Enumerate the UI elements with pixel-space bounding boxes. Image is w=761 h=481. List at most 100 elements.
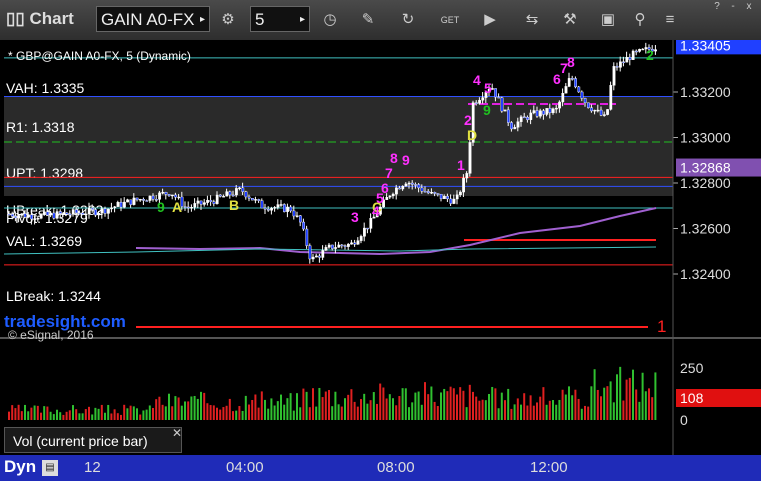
candle <box>596 109 600 112</box>
annotation-label: D <box>467 127 477 143</box>
candle <box>465 173 469 179</box>
candle <box>478 99 481 104</box>
candle <box>404 183 408 187</box>
chart-area[interactable]: VAH: 1.3335R1: 1.3318UPT: 1.3298UBreak: … <box>0 40 761 455</box>
volume-bar <box>340 406 343 420</box>
candle <box>609 85 613 110</box>
candle <box>327 244 331 248</box>
candle <box>234 188 238 196</box>
menu-icon[interactable]: ≡ <box>658 8 682 32</box>
volume-bar <box>30 407 33 420</box>
symbol-selector[interactable]: GAIN A0-FX ▸ <box>96 6 210 32</box>
x-tick-label: 04:00 <box>226 459 264 476</box>
dyn-icon[interactable]: ▤ <box>42 460 58 476</box>
volume-bar <box>286 398 289 420</box>
candle <box>641 48 645 51</box>
volume-bar <box>107 404 110 420</box>
pin-icon[interactable]: ⚲ <box>628 8 652 32</box>
candle <box>497 96 501 99</box>
volume-bar <box>110 413 113 420</box>
volume-bar <box>654 372 657 420</box>
volume-bar <box>11 405 14 420</box>
window-title: ▯▯ Chart <box>6 9 74 29</box>
candle <box>363 227 366 237</box>
candle <box>542 110 546 115</box>
volume-bar <box>318 387 321 420</box>
chart-app-icon: ▯▯ <box>6 9 25 28</box>
volume-bar <box>254 394 257 420</box>
volume-current-label: 108 <box>680 390 704 406</box>
tag-icon[interactable]: ▣ <box>596 8 620 32</box>
volume-bar <box>500 392 503 420</box>
volume-bar <box>548 400 551 420</box>
volume-bar <box>36 405 39 420</box>
volume-bar <box>88 406 90 420</box>
volume-bar <box>456 394 458 420</box>
candle <box>241 187 245 192</box>
volume-bar <box>248 404 250 420</box>
volume-bar <box>152 407 154 420</box>
volume-bar <box>296 393 298 420</box>
volume-bar <box>440 392 442 420</box>
candle <box>215 194 219 204</box>
volume-bar <box>568 386 570 420</box>
candle <box>55 211 59 219</box>
candle <box>10 214 14 217</box>
candle <box>545 108 549 115</box>
pencil-icon[interactable]: ✎ <box>356 8 380 32</box>
candle <box>65 212 69 215</box>
volume-bar <box>564 394 567 420</box>
candle <box>321 250 325 258</box>
candle <box>558 101 562 109</box>
volume-bar <box>520 404 522 420</box>
volume-bar <box>164 406 167 420</box>
candle <box>619 61 622 68</box>
help-button[interactable]: ? <box>710 1 724 13</box>
candle <box>395 187 398 195</box>
candle <box>625 57 629 63</box>
volume-bar <box>398 396 401 420</box>
volume-close-icon[interactable]: ✕ <box>172 426 182 440</box>
volume-bar <box>81 413 84 420</box>
candle <box>138 199 142 201</box>
volume-bar <box>526 405 529 420</box>
volume-bar <box>606 386 609 420</box>
candle <box>567 78 571 87</box>
volume-bar <box>641 372 644 420</box>
dropdown-arrow-icon: ▸ <box>199 14 205 25</box>
volume-bar <box>449 386 452 420</box>
candle <box>455 194 459 200</box>
volume-bar <box>308 407 311 420</box>
candle <box>446 195 449 200</box>
volume-bar <box>577 398 580 420</box>
settings-icon[interactable]: ⚙ <box>216 8 240 32</box>
volume-bar <box>212 405 215 420</box>
candle <box>167 194 171 197</box>
volume-bar <box>632 369 634 420</box>
close-button[interactable]: x <box>742 1 756 13</box>
candle <box>347 243 350 247</box>
candle <box>27 214 30 218</box>
volume-bar <box>225 405 228 420</box>
volume-bar <box>14 408 17 420</box>
tools-icon[interactable]: ⚒ <box>558 8 582 32</box>
volume-bar <box>267 408 270 420</box>
refresh-icon[interactable]: ↻ <box>396 8 420 32</box>
candle <box>212 201 216 204</box>
get-icon[interactable]: GET <box>438 8 462 32</box>
play-icon[interactable]: ▶ <box>478 8 502 32</box>
minimize-button[interactable]: - <box>726 1 740 13</box>
volume-bar <box>257 407 260 420</box>
interval-selector[interactable]: 5 ▸ <box>250 6 310 32</box>
volume-bar <box>264 399 266 420</box>
link-icon[interactable]: ⇆ <box>520 8 544 32</box>
annotation-label: 9 <box>157 199 165 215</box>
dyn-label[interactable]: Dyn <box>4 457 36 477</box>
volume-bar <box>542 387 545 420</box>
candle <box>263 207 267 210</box>
volume-bar <box>302 388 305 420</box>
volume-bar <box>558 399 561 420</box>
clock-icon[interactable]: ◷ <box>318 8 342 32</box>
candle <box>369 217 373 229</box>
volume-bar <box>251 399 254 420</box>
